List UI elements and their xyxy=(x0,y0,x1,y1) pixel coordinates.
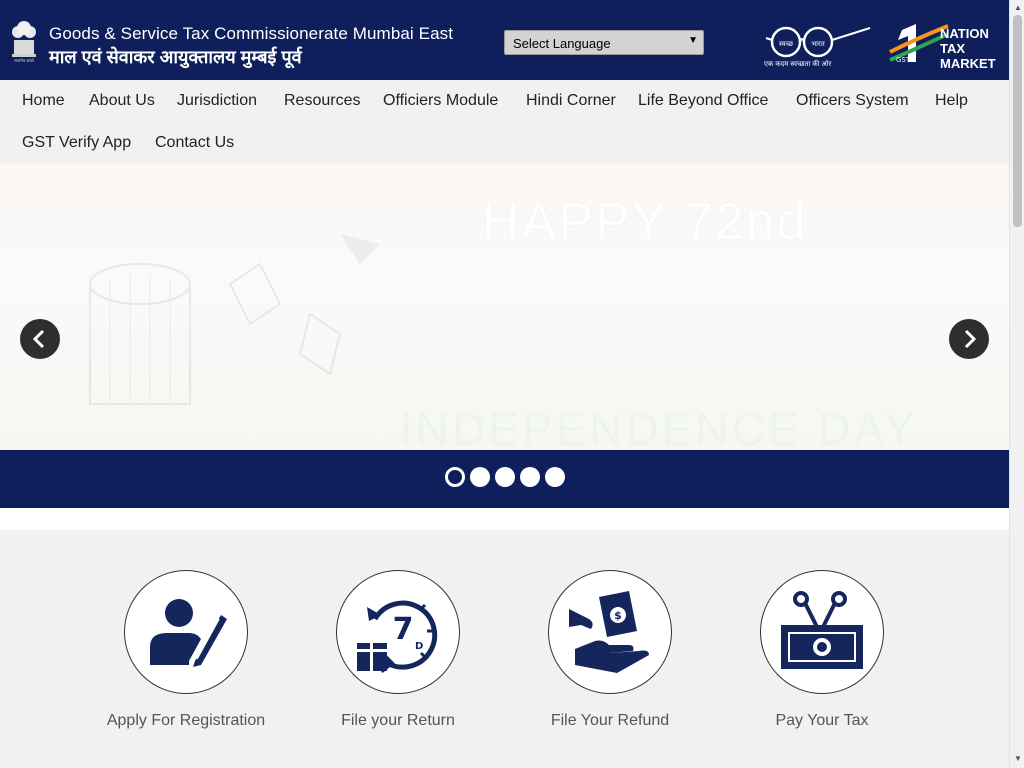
national-emblem-icon: सत्यमेव जयते xyxy=(12,21,36,63)
nav-item-contact-us[interactable]: Contact Us xyxy=(155,134,234,152)
svg-text:$: $ xyxy=(614,609,622,622)
nav-item-jurisdiction[interactable]: Jurisdiction xyxy=(177,92,257,110)
slider-dot-2[interactable] xyxy=(470,467,490,487)
nav-item-about-us[interactable]: About Us xyxy=(89,92,155,110)
language-select[interactable]: Select Language ▼ xyxy=(504,30,704,55)
chevron-left-icon xyxy=(32,329,45,349)
svg-text:D: D xyxy=(415,641,423,652)
dropdown-arrow-icon: ▼ xyxy=(688,35,698,46)
section-divider xyxy=(0,508,1009,530)
nav-item-help[interactable]: Help xyxy=(935,92,968,110)
nav-item-home[interactable]: Home xyxy=(22,92,65,110)
refund-hand-icon: $ xyxy=(569,591,649,673)
chevron-right-icon xyxy=(964,329,977,349)
language-select-label: Select Language xyxy=(513,36,611,51)
slide-headline: HAPPY 72nd xyxy=(482,193,808,251)
slider-pagination xyxy=(0,450,1009,508)
birdcage-illustration xyxy=(89,234,380,405)
slider-dot-1[interactable] xyxy=(445,467,465,487)
one-market-word: MARKET xyxy=(940,56,996,71)
site-header: सत्यमेव जयते Goods & Service Tax Commiss… xyxy=(0,0,1009,80)
service-label: File Your Refund xyxy=(550,712,670,729)
nav-item-gst-verify-app[interactable]: GST Verify App xyxy=(22,134,131,152)
slider-next-button[interactable] xyxy=(949,319,989,359)
service-apply-registration[interactable]: Apply For Registration xyxy=(76,570,296,730)
slider-prev-button[interactable] xyxy=(20,319,60,359)
service-label: File your Return xyxy=(341,712,455,729)
main-navigation: Home About Us Jurisdiction Resources Off… xyxy=(0,80,1009,164)
service-icon-circle[interactable] xyxy=(760,570,884,694)
service-icon-circle[interactable]: $ xyxy=(548,570,672,694)
user-edit-icon xyxy=(150,599,227,667)
svg-text:सत्यमेव जयते: सत्यमेव जयते xyxy=(14,58,34,63)
slider-dot-3[interactable] xyxy=(495,467,515,487)
calendar-return-icon: 7 D xyxy=(357,600,438,673)
svg-text:7: 7 xyxy=(393,612,414,647)
cut-banknote-icon xyxy=(781,591,863,669)
one-tax-word: TAX xyxy=(940,41,966,56)
service-label: Apply For Registration xyxy=(106,712,266,729)
one-nation-word: NATION xyxy=(940,26,989,41)
swachh-right-text: भारत xyxy=(811,40,826,48)
services-section: Apply For Registration 7 D File your Ret… xyxy=(0,530,1009,768)
nav-item-hindi-corner[interactable]: Hindi Corner xyxy=(526,92,616,110)
scroll-up-arrow-icon[interactable]: ▲ xyxy=(1014,3,1022,12)
service-label: Pay Your Tax xyxy=(775,712,869,729)
one-nation-one-tax-logo: GST NATION TAX MARKET xyxy=(888,22,1000,71)
site-title[interactable]: Goods & Service Tax Commissionerate Mumb… xyxy=(49,24,453,44)
gst-mark-text: GST xyxy=(896,56,911,64)
scroll-down-arrow-icon[interactable]: ▼ xyxy=(1014,754,1022,763)
site-title-hindi[interactable]: माल एवं सेवाकर आयुक्तालय मुम्बई पूर्व xyxy=(49,45,302,69)
service-file-return[interactable]: 7 D File your Return xyxy=(288,570,508,730)
nav-item-life-beyond-office[interactable]: Life Beyond Office xyxy=(638,92,768,110)
nav-item-resources[interactable]: Resources xyxy=(284,92,360,110)
service-icon-circle[interactable] xyxy=(124,570,248,694)
service-icon-circle[interactable]: 7 D xyxy=(336,570,460,694)
swachh-caption: एक कदम स्वच्छता की ओर xyxy=(764,61,832,68)
scrollbar-thumb[interactable] xyxy=(1013,15,1022,227)
page-scrollbar[interactable]: ▲ ▼ xyxy=(1009,0,1024,768)
nav-item-officiers-module[interactable]: Officiers Module xyxy=(383,92,498,110)
slider-dot-4[interactable] xyxy=(520,467,540,487)
nav-item-officers-system[interactable]: Officers System xyxy=(796,92,909,110)
slider-dot-5[interactable] xyxy=(545,467,565,487)
swachh-left-text: स्वच्छ xyxy=(779,40,794,48)
hero-slider[interactable]: HAPPY 72nd INDEPENDENCE DAY xyxy=(0,164,1009,450)
service-pay-tax[interactable]: Pay Your Tax xyxy=(712,570,932,730)
slide-subtext: INDEPENDENCE DAY xyxy=(400,403,918,450)
service-file-refund[interactable]: $ File Your Refund xyxy=(500,570,720,730)
